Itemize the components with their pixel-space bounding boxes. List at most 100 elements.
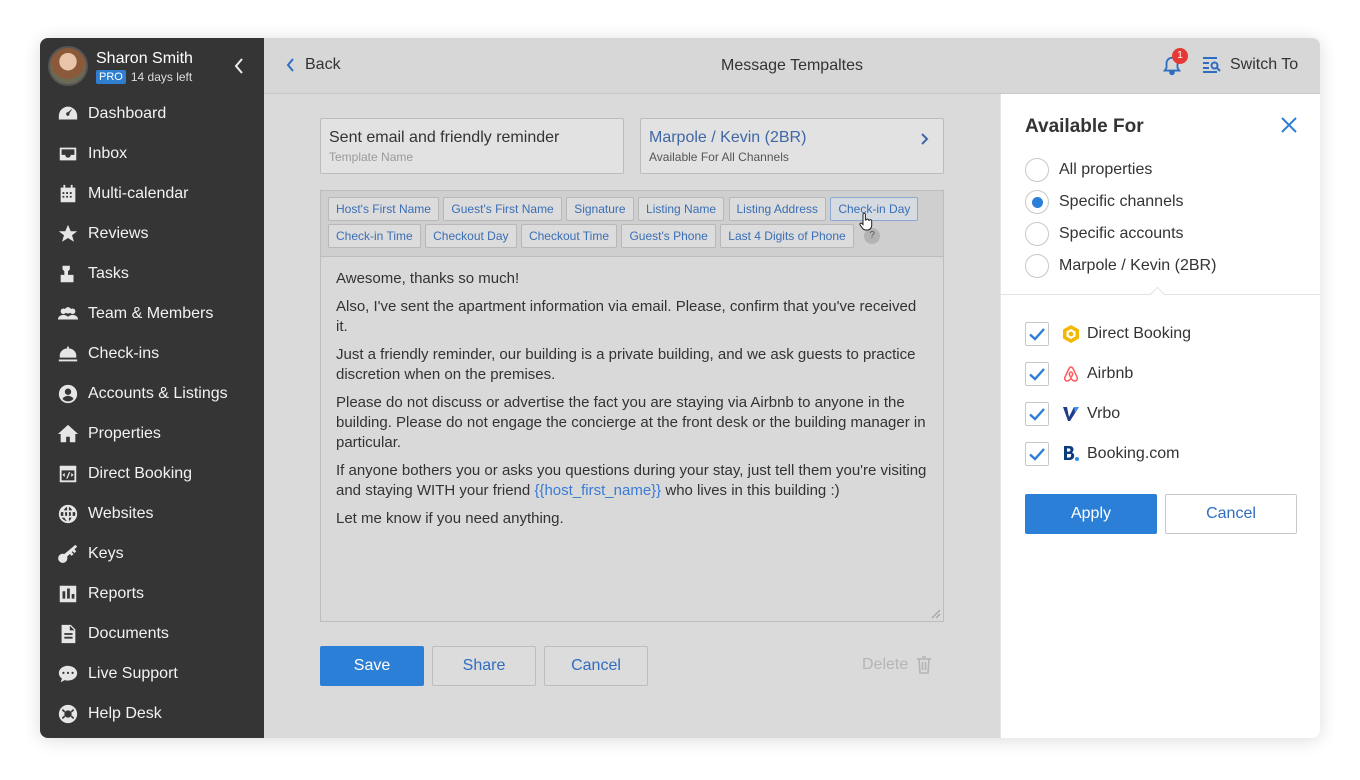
channel-label: Direct Booking: [1087, 325, 1192, 342]
channel-checklist: Direct Booking Airbnb Vrbo Booking.com: [1025, 314, 1191, 474]
airbnb-icon: [1061, 364, 1081, 384]
chat-icon: [56, 662, 80, 686]
template-variable: {{host_first_name}}: [534, 482, 662, 499]
radio-button[interactable]: [1025, 222, 1049, 246]
direct-booking-icon: [56, 462, 80, 486]
message-paragraph: Awesome, thanks so much!: [336, 270, 520, 287]
channel-label: Booking.com: [1087, 445, 1180, 462]
available-for-panel: Available For All properties Specific ch…: [1000, 94, 1320, 738]
sidebar-item-label: Reviews: [88, 225, 149, 242]
sidebar-item-direct-booking[interactable]: Direct Booking: [40, 454, 264, 494]
sidebar-item-team[interactable]: Team & Members: [40, 294, 264, 334]
checkbox[interactable]: [1025, 442, 1049, 466]
dashboard-icon: [56, 102, 80, 126]
sidebar-item-label: Check-ins: [88, 345, 160, 362]
hand-cursor-icon: [859, 213, 873, 231]
channel-airbnb[interactable]: Airbnb: [1025, 354, 1191, 394]
tag-check-in-day[interactable]: Check-in Day: [830, 197, 919, 221]
notification-badge: 1: [1172, 48, 1188, 64]
delete-button[interactable]: Delete: [862, 656, 932, 674]
channel-vrbo[interactable]: Vrbo: [1025, 394, 1191, 434]
message-paragraph: Just a friendly reminder, our building i…: [336, 346, 916, 383]
lifebuoy-icon: [56, 702, 80, 726]
sidebar-item-live-support[interactable]: Live Support: [40, 654, 264, 694]
channel-direct-booking[interactable]: Direct Booking: [1025, 314, 1191, 354]
booking-com-icon: [1061, 444, 1081, 464]
checkbox[interactable]: [1025, 362, 1049, 386]
channel-label: Airbnb: [1087, 365, 1134, 382]
user-profile[interactable]: Sharon Smith PRO 14 days left: [40, 38, 264, 94]
tag-listing-address[interactable]: Listing Address: [728, 197, 826, 221]
template-name-field[interactable]: Sent email and friendly reminder Templat…: [320, 118, 624, 174]
checkbox[interactable]: [1025, 322, 1049, 346]
tag-check-in-time[interactable]: Check-in Time: [328, 224, 421, 248]
team-icon: [56, 302, 80, 326]
panel-title: Available For: [1025, 116, 1144, 137]
tag-checkout-time[interactable]: Checkout Time: [520, 224, 618, 248]
sidebar-item-reports[interactable]: Reports: [40, 574, 264, 614]
message-text: who lives in this building :): [661, 482, 840, 499]
panel-cancel-button[interactable]: Cancel: [1165, 494, 1297, 534]
apply-button[interactable]: Apply: [1025, 494, 1157, 534]
collapse-sidebar-button[interactable]: [230, 56, 248, 76]
checkmark-icon: [1029, 327, 1045, 341]
tag-last-4-digits[interactable]: Last 4 Digits of Phone: [720, 224, 854, 248]
channel-booking-com[interactable]: Booking.com: [1025, 434, 1191, 474]
trial-remaining: 14 days left: [130, 69, 193, 84]
tag-guests-phone[interactable]: Guest's Phone: [621, 224, 716, 248]
sidebar-item-multi-calendar[interactable]: Multi-calendar: [40, 174, 264, 214]
sidebar-item-check-ins[interactable]: Check-ins: [40, 334, 264, 374]
variable-tags: Host's First Name Guest's First Name Sig…: [321, 191, 943, 257]
tag-listing-name[interactable]: Listing Name: [638, 197, 725, 221]
sidebar-item-websites[interactable]: Websites: [40, 494, 264, 534]
radio-button[interactable]: [1025, 190, 1049, 214]
cancel-button[interactable]: Cancel: [544, 646, 648, 686]
sidebar-item-accounts[interactable]: Accounts & Listings: [40, 374, 264, 414]
checkbox[interactable]: [1025, 402, 1049, 426]
chevron-right-icon: [921, 133, 929, 145]
sidebar-item-help-desk[interactable]: Help Desk: [40, 694, 264, 734]
radio-label: All properties: [1059, 161, 1153, 178]
availability-value: Marpole / Kevin (2BR): [649, 129, 807, 146]
message-body[interactable]: Awesome, thanks so much! Also, I've sent…: [321, 257, 943, 549]
availability-selector[interactable]: Marpole / Kevin (2BR) Available For All …: [640, 118, 944, 174]
divider-pointer: [1149, 286, 1166, 303]
radio-specific-accounts[interactable]: Specific accounts: [1025, 218, 1216, 250]
save-button[interactable]: Save: [320, 646, 424, 686]
share-button[interactable]: Share: [432, 646, 536, 686]
sidebar-item-keys[interactable]: Keys: [40, 534, 264, 574]
sidebar-nav: Dashboard Inbox Multi-calendar Reviews T…: [40, 94, 264, 734]
calendar-icon: [56, 182, 80, 206]
radio-listing[interactable]: Marpole / Kevin (2BR): [1025, 250, 1216, 282]
sidebar-item-reviews[interactable]: Reviews: [40, 214, 264, 254]
sidebar-item-label: Help Desk: [88, 705, 162, 722]
tag-checkout-day[interactable]: Checkout Day: [425, 224, 517, 248]
radio-specific-channels[interactable]: Specific channels: [1025, 186, 1216, 218]
tag-signature[interactable]: Signature: [566, 197, 634, 221]
vrbo-icon: [1061, 404, 1081, 424]
user-name: Sharon Smith: [96, 49, 193, 67]
tag-hosts-first-name[interactable]: Host's First Name: [328, 197, 439, 221]
radio-button[interactable]: [1025, 254, 1049, 278]
document-icon: [56, 622, 80, 646]
switch-to-button[interactable]: Switch To: [1202, 56, 1298, 74]
sidebar-item-properties[interactable]: Properties: [40, 414, 264, 454]
message-paragraph: Also, I've sent the apartment informatio…: [336, 298, 917, 335]
radio-all-properties[interactable]: All properties: [1025, 154, 1216, 186]
close-icon[interactable]: [1280, 116, 1298, 134]
template-name-value: Sent email and friendly reminder: [329, 129, 560, 146]
sidebar-item-label: Direct Booking: [88, 465, 193, 482]
sidebar-item-tasks[interactable]: Tasks: [40, 254, 264, 294]
sidebar-item-dashboard[interactable]: Dashboard: [40, 94, 264, 134]
sidebar-item-label: Websites: [88, 505, 154, 522]
sidebar-item-label: Accounts & Listings: [88, 385, 228, 402]
radio-button[interactable]: [1025, 158, 1049, 182]
sidebar-item-label: Dashboard: [88, 105, 167, 122]
sidebar-item-documents[interactable]: Documents: [40, 614, 264, 654]
resize-handle-icon[interactable]: [931, 609, 941, 619]
sidebar-item-label: Properties: [88, 425, 161, 442]
radio-label: Specific channels: [1059, 193, 1184, 210]
tag-guests-first-name[interactable]: Guest's First Name: [443, 197, 562, 221]
sidebar-item-inbox[interactable]: Inbox: [40, 134, 264, 174]
plan-badge: PRO: [96, 69, 126, 84]
